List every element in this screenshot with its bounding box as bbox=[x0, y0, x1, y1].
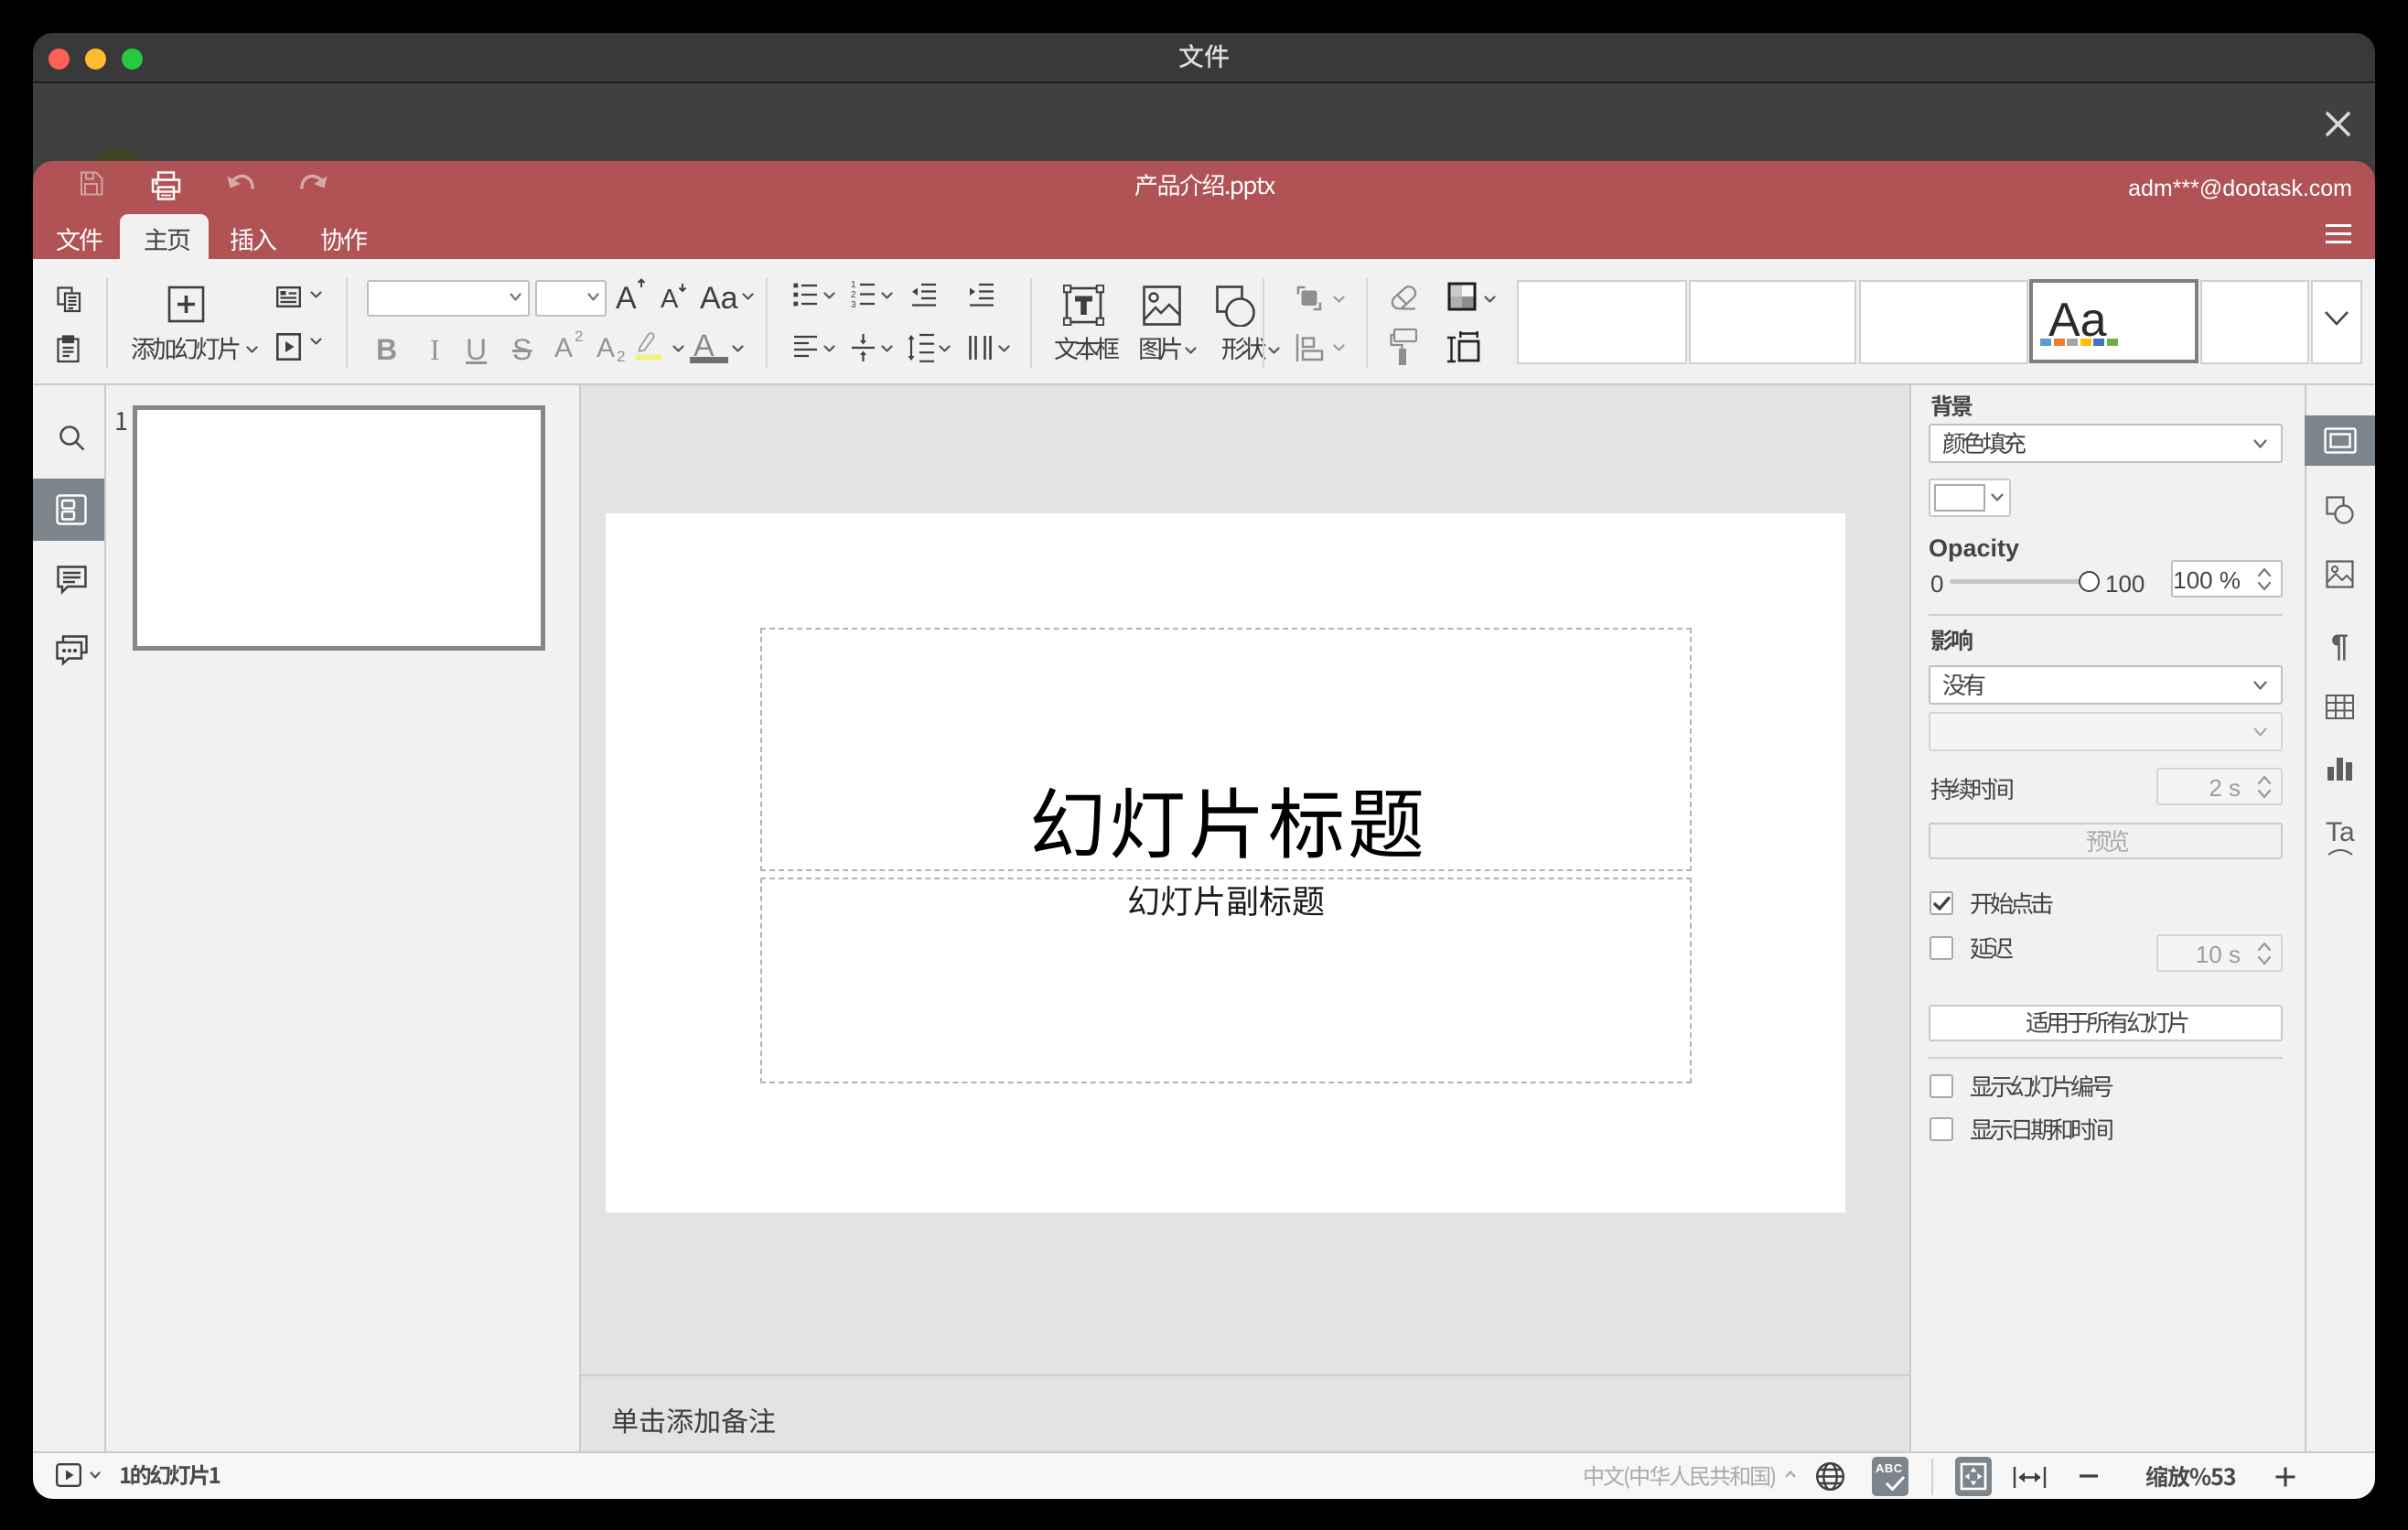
svg-text:2: 2 bbox=[851, 290, 856, 300]
svg-text:3: 3 bbox=[851, 300, 856, 310]
svg-text:1: 1 bbox=[851, 280, 856, 290]
